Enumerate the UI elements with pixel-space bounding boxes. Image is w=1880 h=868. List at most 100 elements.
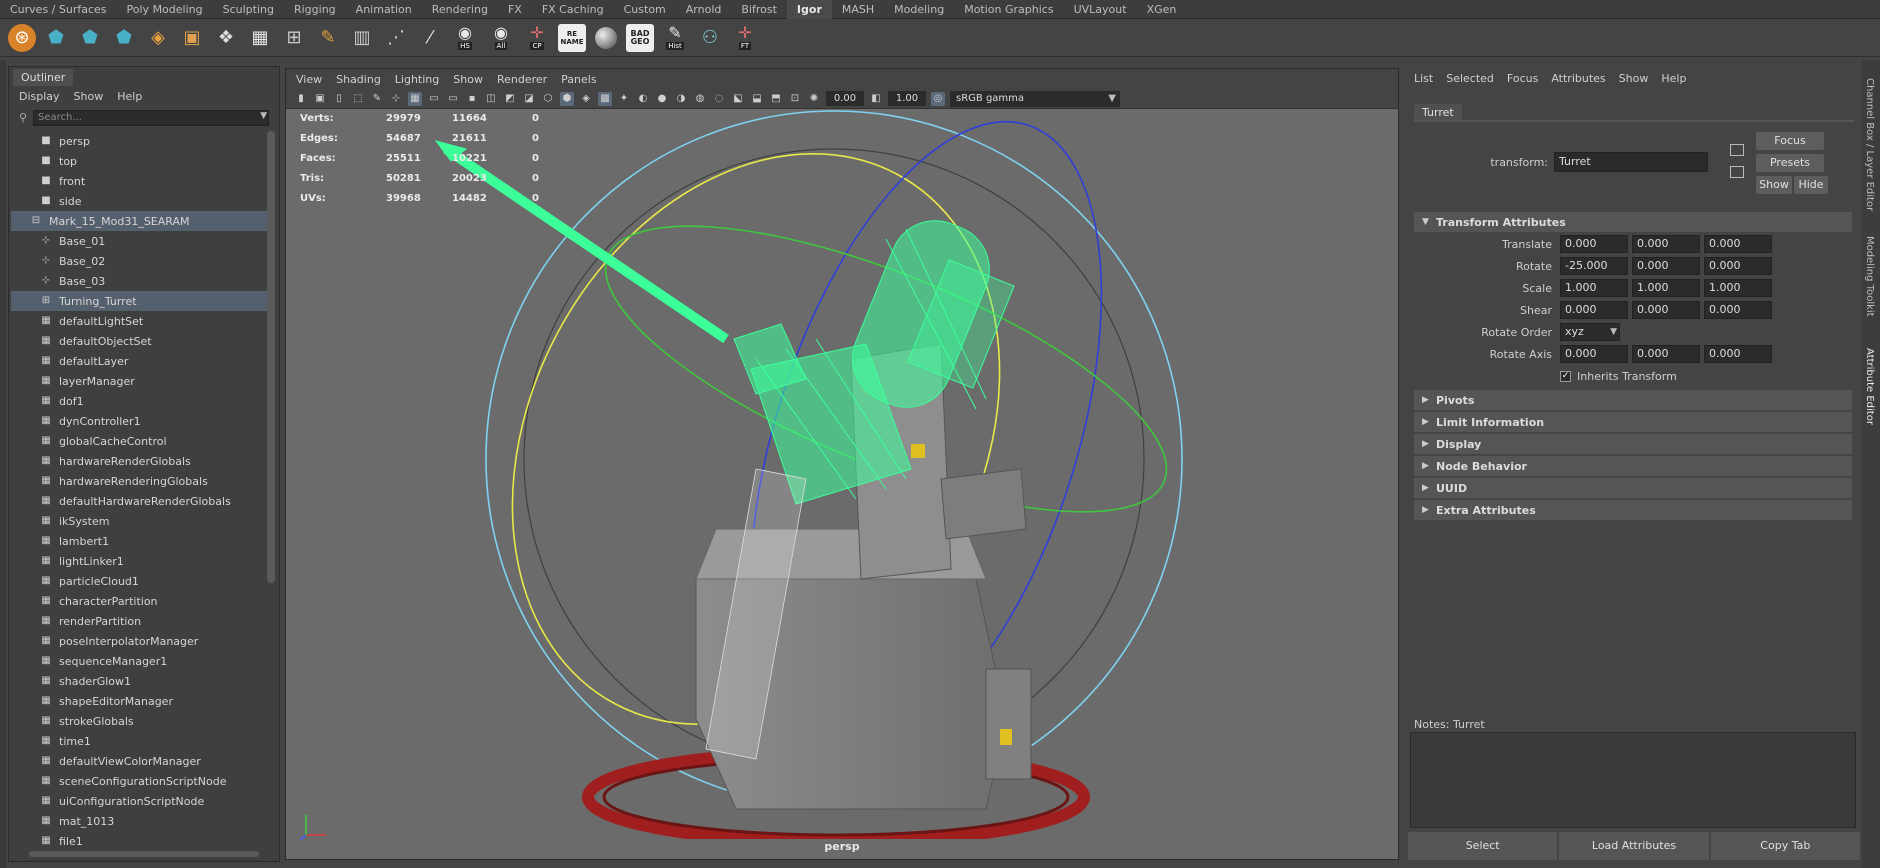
image-plane-icon[interactable]: ⬚ (351, 92, 365, 106)
ae-menu-attributes[interactable]: Attributes (1551, 72, 1605, 85)
shelf-tab-modeling[interactable]: Modeling (884, 0, 954, 19)
ae-menu-help[interactable]: Help (1661, 72, 1686, 85)
outliner-item[interactable]: ▦ lambert1 (11, 531, 267, 551)
outliner-item[interactable]: ▦ hardwareRenderingGlobals (11, 471, 267, 491)
outliner-item[interactable]: ▦ strokeGlobals (11, 711, 267, 731)
go-to-output-icon[interactable] (1730, 166, 1744, 178)
focus-button[interactable]: Focus (1756, 132, 1824, 150)
pencil-icon[interactable]: ✎ (314, 24, 342, 52)
freeze-transform-button[interactable]: ✛ FT (730, 24, 760, 52)
outliner-item[interactable]: ▦ layerManager (11, 371, 267, 391)
translate-y-field[interactable]: 0.000 (1632, 235, 1700, 253)
resolution-gate-icon[interactable]: ▭ (446, 92, 460, 106)
edge-select-icon[interactable]: ⋰ (382, 24, 410, 52)
shelf-tab-custom[interactable]: Custom (614, 0, 676, 19)
outliner-item[interactable]: ▦ mat_1013 (11, 811, 267, 831)
camera-attributes-icon[interactable]: ▣ (313, 92, 327, 106)
motion-blur-icon[interactable]: ◍ (693, 92, 707, 106)
outliner-item[interactable]: ■ front (11, 171, 267, 191)
shelf-tab-motion-graphics[interactable]: Motion Graphics (954, 0, 1063, 19)
outliner-menu-help[interactable]: Help (117, 90, 142, 103)
side-tab-attribute-editor[interactable]: Attribute Editor (1864, 348, 1875, 425)
material-sphere-icon[interactable] (592, 24, 620, 52)
shelf-tab-uvlayout[interactable]: UVLayout (1064, 0, 1137, 19)
shelf-tab-bifrost[interactable]: Bifrost (731, 0, 787, 19)
outliner-item[interactable]: ▦ defaultHardwareRenderGlobals (11, 491, 267, 511)
rotate-order-dropdown[interactable]: xyz ▼ (1560, 323, 1620, 341)
hs-button[interactable]: ◉ HS (450, 24, 480, 52)
shelf-tab-fx-caching[interactable]: FX Caching (532, 0, 614, 19)
grid-blocks-icon[interactable]: ▦ (246, 24, 274, 52)
shear-z-field[interactable]: 0.000 (1704, 301, 1772, 319)
xray-icon[interactable]: ⬓ (750, 92, 764, 106)
outliner-item[interactable]: ⊹ Base_03 (11, 271, 267, 291)
rename-button[interactable]: RE NAME (558, 23, 586, 52)
search-input[interactable]: Search... (33, 110, 269, 126)
outliner-item[interactable]: ▦ defaultViewColorManager (11, 751, 267, 771)
section-uuid[interactable]: ▶ UUID (1414, 478, 1852, 498)
side-tab-channel-box-layer-editor[interactable]: Channel Box / Layer Editor (1864, 78, 1875, 211)
outliner-item[interactable]: ⊟ Mark_15_Mod31_SEARAM (11, 211, 267, 231)
camera-icon[interactable]: ▮ (294, 92, 308, 106)
shelf-tab-rendering[interactable]: Rendering (422, 0, 498, 19)
viewport-menu-show[interactable]: Show (453, 73, 483, 86)
outliner-item[interactable]: ▦ characterPartition (11, 591, 267, 611)
shear-x-field[interactable]: 0.000 (1560, 301, 1628, 319)
ae-menu-focus[interactable]: Focus (1507, 72, 1538, 85)
outliner-menu-display[interactable]: Display (19, 90, 60, 103)
outliner-item[interactable]: ▦ uiConfigurationScriptNode (11, 791, 267, 811)
outliner-item[interactable]: ▦ dynController1 (11, 411, 267, 431)
field-chart-icon[interactable]: ◫ (484, 92, 498, 106)
shelf-tab-fx[interactable]: FX (498, 0, 532, 19)
outliner-item[interactable]: ⊹ Base_02 (11, 251, 267, 271)
rotate-z-field[interactable]: 0.000 (1704, 257, 1772, 275)
cube-orange-icon[interactable]: ▣ (178, 24, 206, 52)
xray-joints-icon[interactable]: ⬒ (769, 92, 783, 106)
shelf-tab-sculpting[interactable]: Sculpting (213, 0, 284, 19)
shelf-tab-curves-surfaces[interactable]: Curves / Surfaces (0, 0, 117, 19)
outliner-horizontal-scrollbar[interactable] (29, 851, 259, 857)
ae-menu-show[interactable]: Show (1619, 72, 1649, 85)
side-tab-modeling-toolkit[interactable]: Modeling Toolkit (1864, 236, 1875, 317)
gate-mask-icon[interactable]: ▪ (465, 92, 479, 106)
color-space-dropdown[interactable]: sRGB gamma ▼ (950, 90, 1120, 107)
shelf-tab-igor[interactable]: Igor (786, 0, 832, 19)
viewport-menu-renderer[interactable]: Renderer (497, 73, 547, 86)
rotate-axis-y-field[interactable]: 0.000 (1632, 345, 1700, 363)
outliner-item[interactable]: ▦ dof1 (11, 391, 267, 411)
polygon-stack-icon[interactable]: ◈ (144, 24, 172, 52)
wand-icon[interactable]: ⁄ (416, 24, 444, 52)
rotate-y-field[interactable]: 0.000 (1632, 257, 1700, 275)
safe-action-icon[interactable]: ◩ (503, 92, 517, 106)
outliner-item[interactable]: ▦ shapeEditorManager (11, 691, 267, 711)
translate-z-field[interactable]: 0.000 (1704, 235, 1772, 253)
viewport-panel[interactable]: View Shading Lighting Show Renderer Panels ▮ … (285, 68, 1399, 860)
viewport-menu-shading[interactable]: Shading (336, 73, 381, 86)
select-tool-icon[interactable]: ⊛ (8, 23, 36, 52)
outliner-item[interactable]: ⊹ Base_01 (11, 231, 267, 251)
outliner-item[interactable]: ▦ shaderGlow1 (11, 671, 267, 691)
shelf-tab-animation[interactable]: Animation (346, 0, 422, 19)
copy-tab-button[interactable]: Copy Tab (1710, 832, 1860, 860)
outliner-item[interactable]: ▦ ikSystem (11, 511, 267, 531)
outliner-item[interactable]: ▦ sequenceManager1 (11, 651, 267, 671)
shelf-tab-rigging[interactable]: Rigging (284, 0, 346, 19)
shear-y-field[interactable]: 0.000 (1632, 301, 1700, 319)
inherits-transform-checkbox[interactable]: ✓ (1560, 370, 1571, 382)
outliner-item[interactable]: ▦ renderPartition (11, 611, 267, 631)
translate-x-field[interactable]: 0.000 (1560, 235, 1628, 253)
viewport-menu-view[interactable]: View (296, 73, 322, 86)
outliner-item[interactable]: ▦ file1 (11, 831, 267, 851)
show-all-button[interactable]: ◉ All (486, 24, 516, 52)
scale-y-field[interactable]: 1.000 (1632, 279, 1700, 297)
outliner-item[interactable]: ■ persp (11, 131, 267, 151)
outliner-item[interactable]: ▦ hardwareRenderGlobals (11, 451, 267, 471)
load-node-icon[interactable] (1730, 144, 1744, 156)
xray-active-icon[interactable]: ⊡ (788, 92, 802, 106)
shelf-tab-xgen[interactable]: XGen (1137, 0, 1187, 19)
anti-aliasing-icon[interactable]: ◌ (712, 92, 726, 106)
grease-pencil-icon[interactable]: ✎ (370, 92, 384, 106)
isolate-select-icon[interactable]: ⬕ (731, 92, 745, 106)
show-button[interactable]: Show (1756, 176, 1792, 194)
ae-menu-selected[interactable]: Selected (1446, 72, 1494, 85)
